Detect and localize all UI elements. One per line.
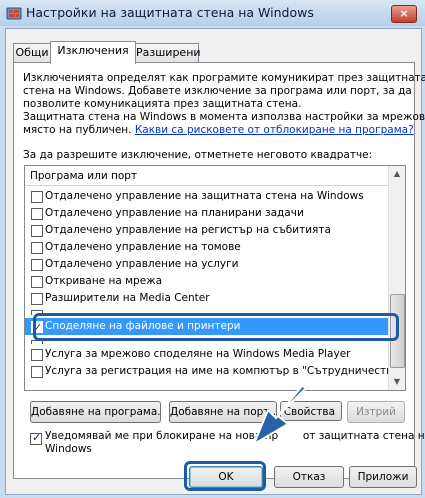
list-item[interactable]: Отдалечено управление на защитната стена… [25,188,389,205]
description-line: Защитната стена на Windows в момента изп… [23,111,425,123]
notify-label-line2: Windows [45,443,92,455]
tab-exceptions[interactable]: Изключения [50,41,136,64]
item-label: Услуга за регистрация на име на компютър… [45,365,406,377]
item-label: Отдалечено управление на регистър на съб… [45,224,331,236]
notify-checkbox[interactable]: ✓ [30,431,42,445]
ok-button[interactable]: OK [189,466,263,488]
item-checkbox[interactable] [31,259,43,271]
list-header: Програма или порт [25,166,389,186]
item-checkbox[interactable] [31,191,43,203]
item-label: Отдалечено управление на защитната стена… [45,190,364,202]
close-button[interactable]: × [391,5,417,23]
tab-label: Общи [15,46,49,59]
list-item[interactable]: Разширители на Media Center [25,290,389,307]
tab-advanced[interactable]: Разширени [135,43,201,63]
window-title: Настройки на защитната стена на Windows [26,5,314,20]
item-checkbox[interactable] [31,293,43,305]
item-checkbox[interactable] [31,366,43,378]
firewall-shield-icon [6,7,22,20]
item-checkbox[interactable] [31,349,43,361]
list-item[interactable]: Отдалечено управление на планирани задач… [25,205,389,222]
notify-text: от защитната стена на [302,430,425,442]
item-label: Отдалечено управление на планирани задач… [45,207,304,219]
item-checkbox[interactable] [31,242,43,254]
item-checkbox[interactable] [31,276,43,288]
list-scrollbar[interactable]: ▲ ▼ [388,166,405,390]
item-label: Услуга за мрежово споделяне на Windows M… [45,348,351,360]
tab-general[interactable]: Общи [13,43,51,63]
item-checkbox[interactable] [31,225,43,237]
allow-prompt: За да разрешите изключение, отметнете не… [23,149,373,161]
item-checkbox[interactable] [31,208,43,220]
item-label: Разширители на Media Center [45,292,210,304]
item-label: Отдалечено управление на томове [45,241,241,253]
scroll-up-icon[interactable]: ▲ [389,166,405,182]
cancel-button[interactable]: Отказ [274,466,344,488]
description-line: стена на Windows. Добавете изключение за… [23,85,412,97]
title-bar[interactable]: Настройки на защитната стена на Windows … [0,0,425,26]
list-item[interactable]: Услуга за мрежово споделяне на Windows M… [25,346,389,363]
add-program-button[interactable]: Добавяне на програма... [30,401,161,423]
list-item[interactable]: Отдалечено управление на регистър на съб… [25,222,389,239]
firewall-settings-window: Настройки на защитната стена на Windows … [0,0,425,498]
risk-link[interactable]: Какви са рисковете от отблокиране на про… [135,124,414,136]
exceptions-list[interactable]: Програма или порт Отдалечено управление … [24,165,406,391]
tab-label: Изключения [57,44,129,57]
close-icon: × [399,7,409,20]
description-line: Изключенията определят как програмите ко… [23,72,425,84]
pointer-arrow-icon [251,384,308,447]
selection-highlight-callout [33,313,399,341]
scroll-down-icon[interactable]: ▼ [389,374,405,390]
description-line: място на публичен. Какви са рисковете от… [23,124,414,136]
list-item[interactable]: Услуга за регистрация на име на компютър… [25,363,405,380]
list-item[interactable]: Отдалечено управление на услуги [25,256,389,273]
description-text: място на публичен. [23,124,132,136]
tab-label: Разширени [136,46,201,59]
checkmark-icon: ✓ [32,431,42,444]
item-label: Откриване на мрежа [45,275,163,287]
item-label: Отдалечено управление на услуги [45,258,239,270]
list-item[interactable]: Отдалечено управление на томове [25,239,389,256]
dialog-body: Общи Изключения Разширени Изключенията о… [5,28,425,495]
apply-button[interactable]: Приложи [349,466,417,488]
delete-button: Изтрий [347,401,405,423]
description-line: позволите комуникацията през защитната с… [23,98,302,110]
list-item[interactable]: Откриване на мрежа [25,273,389,290]
